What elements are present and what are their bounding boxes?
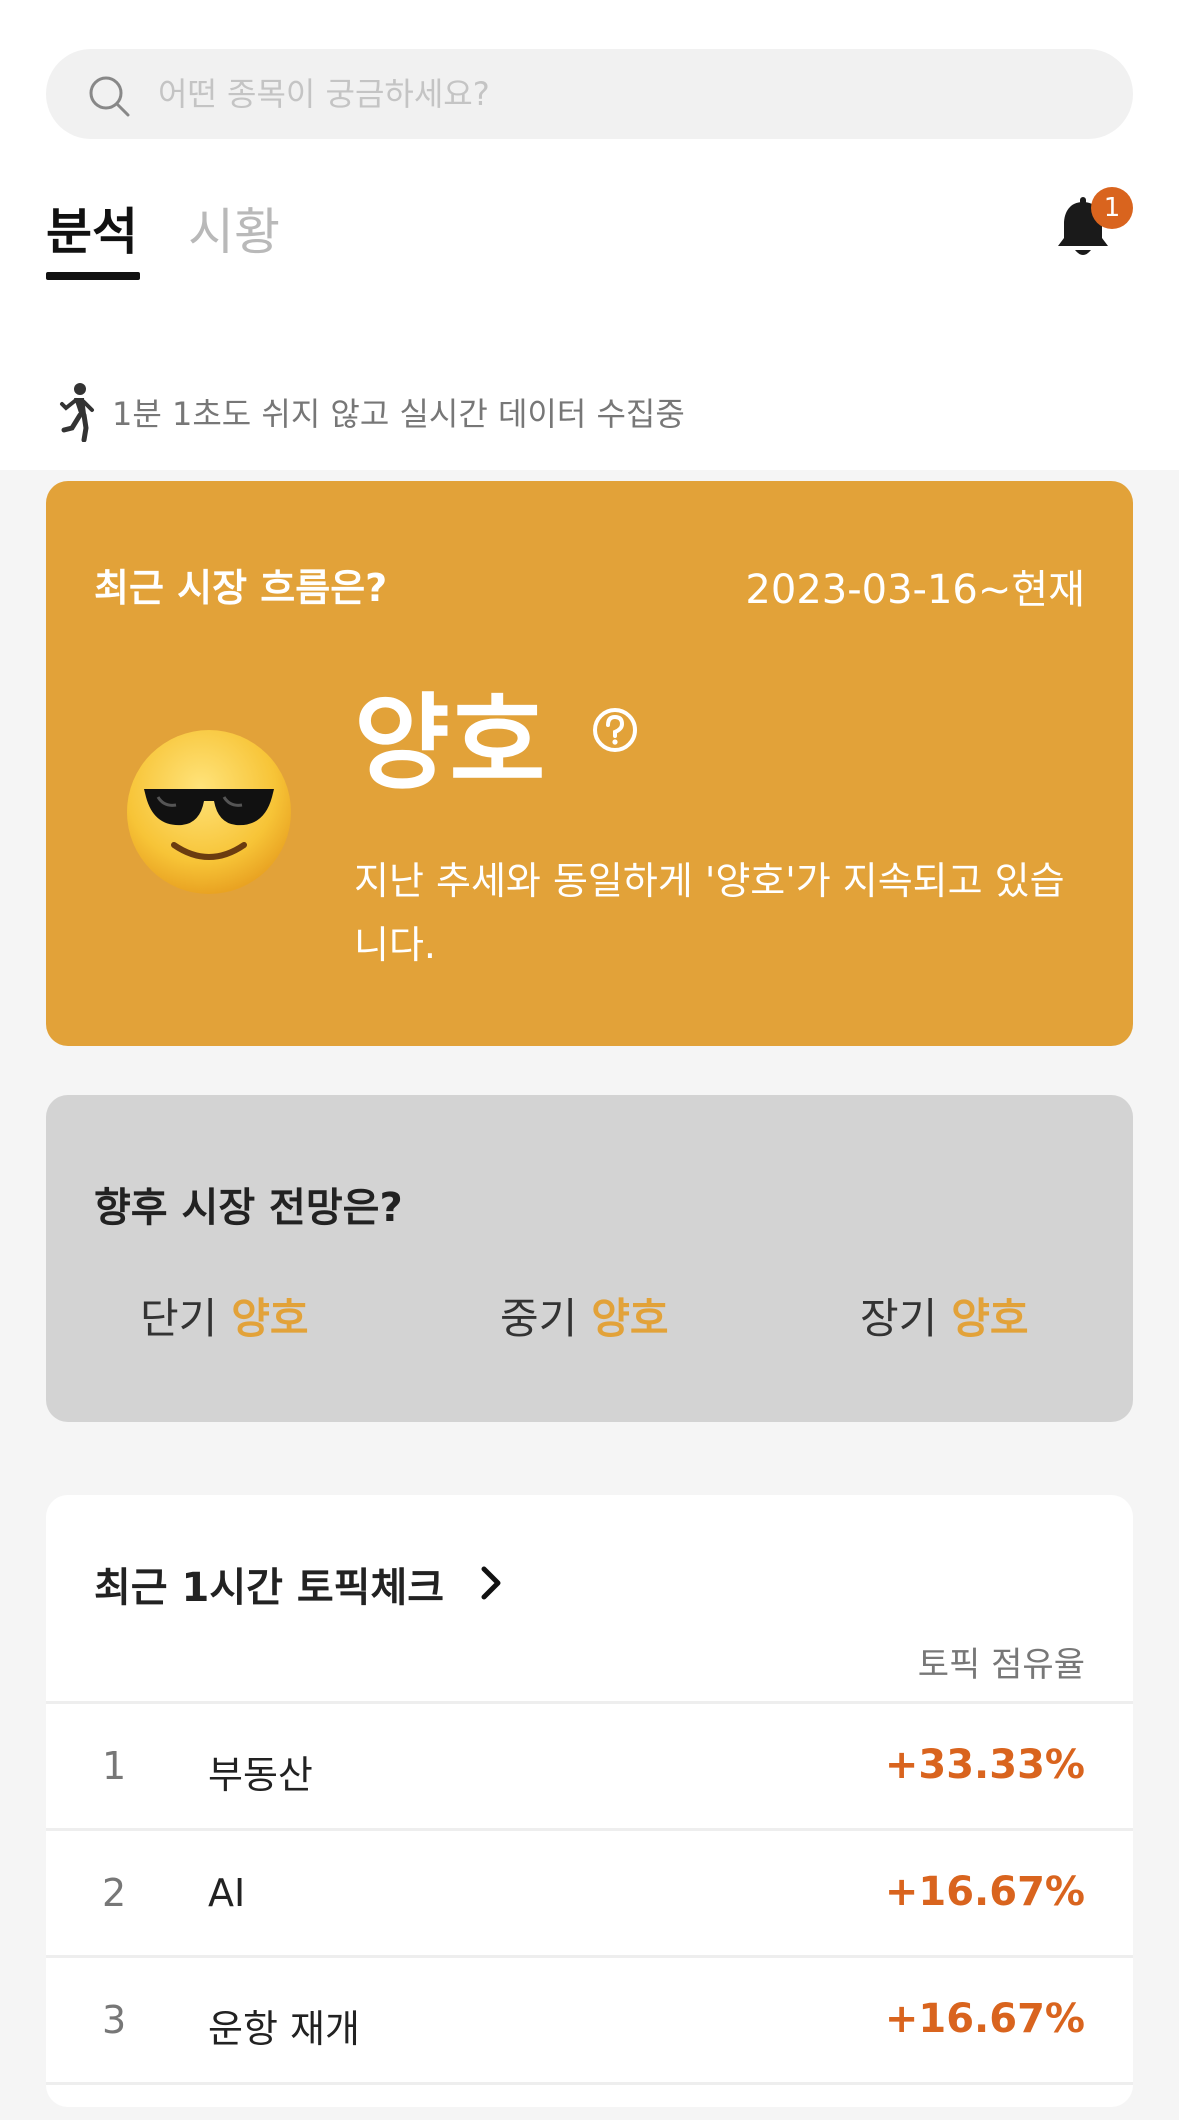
topic-share: +33.33%: [884, 1742, 1085, 1788]
market-trend-card[interactable]: 최근 시장 흐름은? 2023-03-16~현재 양호 지난 추세와 동일하게 …: [46, 481, 1133, 1046]
topic-rank: 2: [102, 1871, 127, 1915]
tab-analysis[interactable]: 분석: [46, 192, 138, 264]
outlook-term-label: 단기: [140, 1294, 218, 1343]
active-tab-indicator: [46, 272, 140, 280]
market-outlook-card[interactable]: 향후 시장 전망은? 단기 양호 중기 양호 장기 양호: [46, 1095, 1133, 1422]
outlook-title: 향후 시장 전망은?: [94, 1185, 403, 1231]
collect-status-text: 1분 1초도 쉬지 않고 실시간 데이터 수집중: [112, 395, 685, 433]
search-bar[interactable]: [46, 49, 1133, 139]
topic-name: 부동산: [208, 1753, 313, 1797]
help-icon[interactable]: [592, 707, 638, 753]
trend-status: 양호: [354, 682, 546, 804]
outlook-mid-term: 중기 양호: [500, 1285, 669, 1346]
outlook-short-term: 단기 양호: [140, 1285, 309, 1346]
topic-row[interactable]: 2 AI +16.67%: [46, 1828, 1133, 1955]
tab-market[interactable]: 시황: [188, 192, 280, 264]
topic-check-card: 최근 1시간 토픽체크 토픽 점유율 1 부동산 +33.33% 2 AI +1…: [46, 1495, 1133, 2107]
notification-badge: 1: [1091, 187, 1133, 229]
topic-rank: 3: [102, 1998, 127, 2042]
runner-icon: [60, 383, 94, 442]
outlook-value: 양호: [231, 1294, 309, 1343]
topic-row[interactable]: 1 부동산 +33.33%: [46, 1701, 1133, 1828]
outlook-term-label: 장기: [860, 1294, 938, 1343]
topic-row-divider: [46, 2082, 1133, 2107]
topic-share: +16.67%: [884, 1869, 1085, 1915]
topic-share: +16.67%: [884, 1996, 1085, 2042]
outlook-value: 양호: [951, 1294, 1029, 1343]
topic-name: AI: [208, 1871, 246, 1915]
topic-row[interactable]: 3 운항 재개 +16.67%: [46, 1955, 1133, 2082]
trend-description: 지난 추세와 동일하게 '양호'가 지속되고 있습니다.: [354, 859, 1065, 967]
topic-rank: 1: [102, 1744, 127, 1788]
topic-name: 운항 재개: [208, 2007, 360, 2051]
collect-status-row: 1분 1초도 쉬지 않고 실시간 데이터 수집중: [54, 380, 685, 444]
outlook-term-label: 중기: [500, 1294, 578, 1343]
topic-share-header: 토픽 점유율: [917, 1645, 1085, 1685]
trend-title: 최근 시장 흐름은?: [94, 566, 388, 610]
outlook-long-term: 장기 양호: [860, 1285, 1029, 1346]
trend-period: 2023-03-16~현재: [745, 567, 1085, 613]
outlook-value: 양호: [591, 1294, 669, 1343]
search-input[interactable]: [158, 49, 1058, 139]
sunglasses-emoji-icon: [127, 730, 291, 894]
topic-check-title[interactable]: 최근 1시간 토픽체크: [94, 1555, 444, 1613]
search-icon: [89, 76, 130, 117]
chevron-right-icon[interactable]: [476, 1561, 506, 1605]
page: 분석 시황 1 1분 1초도 쉬지 않고 실시간 데이터 수집중 최근 시장 흐…: [0, 0, 1179, 2120]
